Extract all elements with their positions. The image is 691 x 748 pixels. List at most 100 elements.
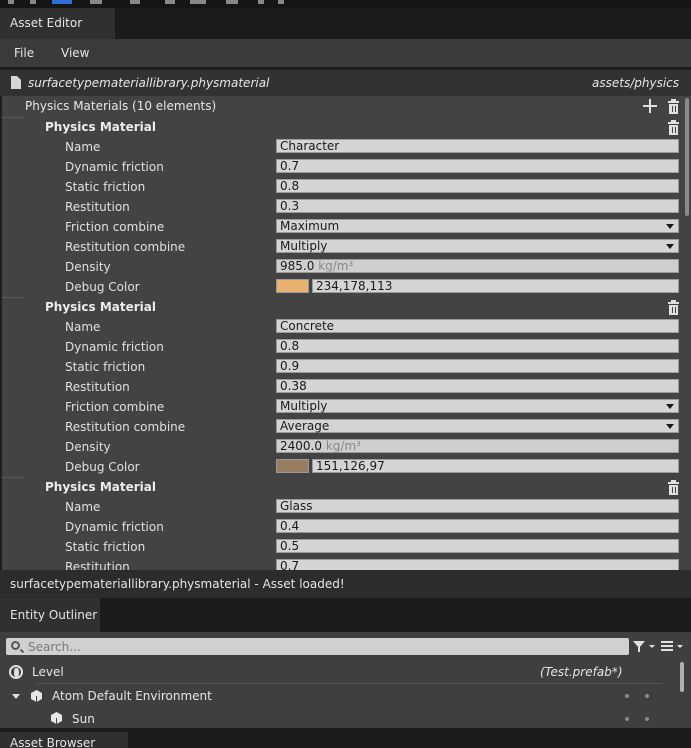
debug-color-field[interactable]: 151,126,97 <box>312 459 679 473</box>
entity-outliner-tabbar: Entity Outliner <box>0 598 691 632</box>
toolbar-icon-active[interactable] <box>52 0 72 4</box>
density-field[interactable]: 2400.0 kg/m³ <box>276 439 679 453</box>
chevron-down-icon <box>666 424 674 429</box>
toolbar-icon[interactable] <box>165 0 175 4</box>
tree-item-atom-default-environment[interactable]: Atom Default Environment <box>0 684 675 708</box>
density-field[interactable]: 985.0 kg/m³ <box>276 259 679 273</box>
restitution-combine-value: Multiply <box>280 239 328 253</box>
trash-icon[interactable] <box>668 120 679 135</box>
status-bar: surfacetypemateriallibrary.physmaterial … <box>0 570 691 598</box>
name-field[interactable]: Concrete <box>276 319 679 333</box>
density-unit: kg/m³ <box>325 439 361 453</box>
toolbar-icon[interactable] <box>258 0 264 4</box>
entity-outliner-panel: Level (Test.prefab*) Atom Default Enviro… <box>0 632 691 728</box>
material-title: Physics Material <box>45 480 157 494</box>
label-dynamic-friction: Dynamic friction <box>65 520 164 534</box>
expand-arrow-icon[interactable] <box>12 694 20 699</box>
restitution-field[interactable]: 0.3 <box>276 199 679 213</box>
entity-icon <box>51 712 62 724</box>
label-name: Name <box>65 500 101 514</box>
divider <box>2 297 24 298</box>
materials-list-title: Physics Materials (10 elements) <box>25 99 217 113</box>
menu-file[interactable]: File <box>14 39 34 67</box>
tab-asset-editor[interactable]: Asset Editor <box>0 8 115 39</box>
dynamic-friction-field[interactable]: 0.8 <box>276 339 679 353</box>
label-restitution-combine: Restitution combine <box>65 240 186 254</box>
static-friction-field[interactable]: 0.9 <box>276 359 679 373</box>
debug-color-field[interactable]: 234,178,113 <box>312 279 679 293</box>
label-friction-combine: Friction combine <box>65 220 165 234</box>
chevron-down-icon[interactable] <box>649 645 655 648</box>
friction-combine-select[interactable]: Multiply <box>276 399 679 413</box>
menu-bar: File View <box>0 39 691 67</box>
trash-icon[interactable] <box>668 99 679 114</box>
toolbar-icon[interactable] <box>130 0 140 4</box>
toolbar-icon[interactable] <box>8 0 14 4</box>
divider <box>2 477 24 478</box>
restitution-field[interactable]: 0.38 <box>276 379 679 393</box>
filter-icon[interactable] <box>633 641 645 652</box>
label-restitution: Restitution <box>65 380 130 394</box>
visibility-lock-icons[interactable] <box>624 717 650 721</box>
globe-icon <box>9 665 23 679</box>
asset-browser-tabbar: Asset Browser <box>0 728 691 748</box>
material-title: Physics Material <box>45 120 157 134</box>
friction-combine-select[interactable]: Maximum <box>276 219 679 233</box>
divider <box>2 117 24 118</box>
outliner-scrollbar[interactable] <box>680 662 684 692</box>
toolbar-icon[interactable] <box>226 0 238 4</box>
label-friction-combine: Friction combine <box>65 400 165 414</box>
asset-editor-tabbar: Asset Editor <box>0 8 691 39</box>
visibility-lock-icons[interactable] <box>624 694 650 698</box>
name-field[interactable]: Glass <box>276 499 679 513</box>
tree-item-level[interactable]: Level (Test.prefab*) <box>0 660 675 684</box>
chevron-down-icon[interactable] <box>677 645 683 648</box>
label-restitution-combine: Restitution combine <box>65 420 186 434</box>
file-path: assets/physics <box>592 76 679 90</box>
trash-icon[interactable] <box>668 300 679 315</box>
tree-item-label: Atom Default Environment <box>52 689 212 703</box>
label-debug-color: Debug Color <box>65 280 140 294</box>
file-bar: surfacetypemateriallibrary.physmaterial … <box>0 70 691 96</box>
tab-asset-browser[interactable]: Asset Browser <box>0 732 128 748</box>
density-unit: kg/m³ <box>318 259 354 273</box>
properties-scrollbar[interactable] <box>685 98 689 216</box>
label-name: Name <box>65 320 101 334</box>
label-restitution: Restitution <box>65 200 130 214</box>
toolbar-icon[interactable] <box>30 0 36 4</box>
label-density: Density <box>65 260 111 274</box>
toolbar-icon[interactable] <box>90 0 102 4</box>
restitution-combine-value: Average <box>280 419 330 433</box>
file-name: surfacetypemateriallibrary.physmaterial <box>28 76 270 90</box>
chevron-down-icon <box>666 224 674 229</box>
search-input[interactable] <box>28 638 618 655</box>
label-static-friction: Static friction <box>65 540 146 554</box>
material-title: Physics Material <box>45 300 157 314</box>
menu-view[interactable]: View <box>61 39 89 67</box>
dynamic-friction-field[interactable]: 0.7 <box>276 159 679 173</box>
static-friction-field[interactable]: 0.5 <box>276 539 679 553</box>
tree-item-label: Level <box>32 665 64 679</box>
menu-icon[interactable] <box>661 641 673 651</box>
restitution-combine-select[interactable]: Average <box>276 419 679 433</box>
label-debug-color: Debug Color <box>65 460 140 474</box>
toolbar-icon[interactable] <box>190 0 206 4</box>
density-value: 2400.0 <box>280 439 322 453</box>
friction-combine-value: Maximum <box>280 219 340 233</box>
label-static-friction: Static friction <box>65 360 146 374</box>
label-density: Density <box>65 440 111 454</box>
name-field[interactable]: Character <box>276 139 679 153</box>
debug-color-swatch[interactable] <box>276 459 309 473</box>
debug-color-swatch[interactable] <box>276 279 309 293</box>
restitution-field[interactable]: 0.7 <box>276 559 679 570</box>
label-name: Name <box>65 140 101 154</box>
trash-icon[interactable] <box>668 480 679 495</box>
static-friction-field[interactable]: 0.8 <box>276 179 679 193</box>
restitution-combine-select[interactable]: Multiply <box>276 239 679 253</box>
dynamic-friction-field[interactable]: 0.4 <box>276 519 679 533</box>
tab-entity-outliner[interactable]: Entity Outliner <box>0 598 100 632</box>
document-icon <box>11 76 21 89</box>
add-element-icon[interactable] <box>643 99 657 113</box>
friction-combine-value: Multiply <box>280 399 328 413</box>
toolbar-icon[interactable] <box>278 0 284 4</box>
